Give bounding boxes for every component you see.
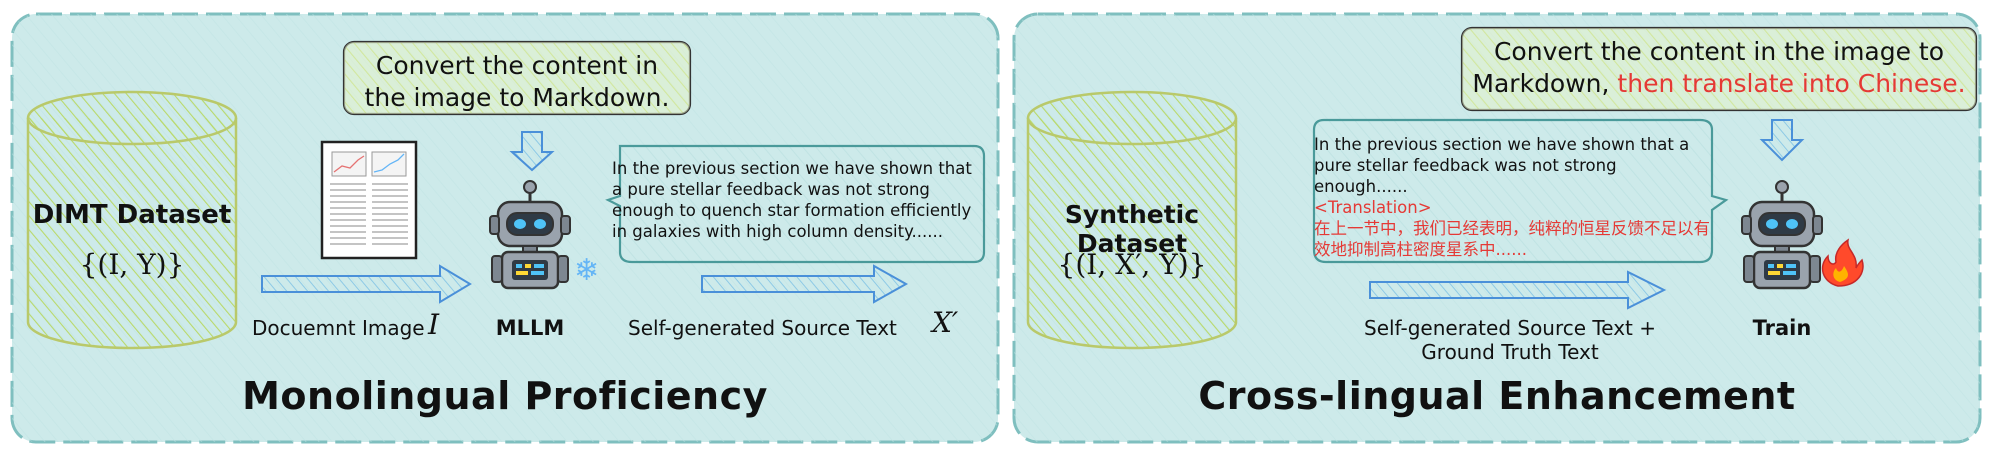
mllm-label: MLLM xyxy=(495,316,565,340)
right-box-content: In the previous section we have shown th… xyxy=(1314,134,1710,260)
left-dataset-name: DIMT Dataset xyxy=(32,200,232,230)
right-box-tag: <Translation> xyxy=(1314,198,1432,217)
right-arrow-label-line2: Ground Truth Text xyxy=(1421,340,1599,364)
left-output-text: In the previous section we have shown th… xyxy=(612,159,972,241)
left-panel-title: Monolingual Proficiency xyxy=(242,374,768,418)
right-box-english: In the previous section we have shown th… xyxy=(1314,135,1690,196)
right-dataset-formula: {(I, X′, Y)} xyxy=(1057,248,1207,281)
right-prompt-text: Convert the content in the image to Mark… xyxy=(1470,36,1968,100)
right-prompt-part2: then translate into Chinese. xyxy=(1617,69,1966,98)
output-symbol: X′ xyxy=(932,306,959,339)
right-arrow-label: Self-generated Source Text + Ground Trut… xyxy=(1340,316,1680,364)
diagram-canvas: ❄ DIMT Dataset {(I, Y)} Convert the cont… xyxy=(0,0,1993,454)
left-dataset-formula: {(I, Y)} xyxy=(79,248,185,281)
right-box-chinese: 在上一节中，我们已经表明，纯粹的恒星反馈不足以有效地抑制高柱密度星系中.....… xyxy=(1314,219,1710,259)
input-label: Docuemnt Image xyxy=(252,316,425,340)
train-label: Train xyxy=(1752,316,1812,340)
document-image-thumbnail xyxy=(320,140,418,260)
right-panel-title: Cross-lingual Enhancement xyxy=(1198,374,1796,418)
snowflake-icon: ❄ xyxy=(574,253,599,288)
output-label: Self-generated Source Text xyxy=(628,316,897,340)
left-prompt-text: Convert the content in the image to Mark… xyxy=(364,51,670,112)
input-symbol: I xyxy=(428,308,440,341)
right-arrow-label-line1: Self-generated Source Text + xyxy=(1364,316,1656,340)
